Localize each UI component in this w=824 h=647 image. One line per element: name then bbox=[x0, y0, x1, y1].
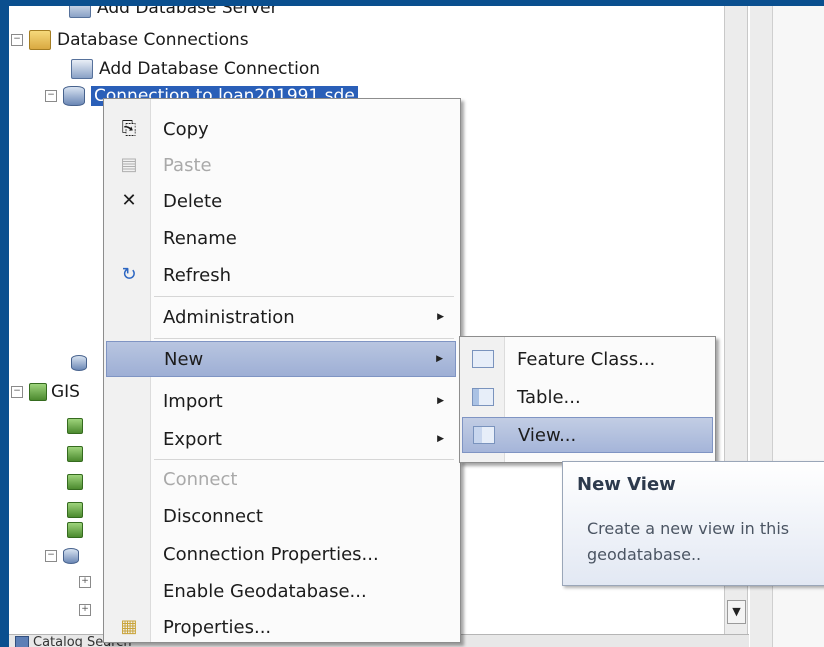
expand-icon[interactable]: + bbox=[79, 576, 91, 588]
menu-item-export[interactable]: Export ▶ bbox=[106, 421, 456, 457]
tree-item-child-folder[interactable]: − bbox=[45, 544, 79, 568]
menu-item-connection-properties[interactable]: Connection Properties... bbox=[106, 536, 456, 572]
gis-server-icon bbox=[29, 383, 47, 401]
database-icon bbox=[71, 355, 87, 371]
add-connection-icon bbox=[71, 59, 93, 79]
tree-item-gis-child[interactable] bbox=[67, 442, 83, 466]
tree-item-label: GIS bbox=[51, 382, 80, 402]
submenu-arrow-icon: ▶ bbox=[437, 312, 444, 322]
tooltip-body: Create a new view in this geodatabase.. bbox=[587, 519, 790, 564]
menu-item-label: Delete bbox=[163, 190, 223, 212]
submenu-arrow-icon: ▶ bbox=[436, 354, 443, 364]
collapse-icon[interactable]: − bbox=[11, 386, 23, 398]
submenu-arrow-icon: ▶ bbox=[437, 434, 444, 444]
menu-item-properties[interactable]: ▦ Properties... bbox=[106, 609, 456, 645]
table-icon bbox=[472, 388, 494, 406]
menu-item-label: New bbox=[164, 348, 204, 370]
menu-item-enable-geodatabase[interactable]: Enable Geodatabase... bbox=[106, 573, 456, 609]
tree-item-database-connections[interactable]: − Database Connections bbox=[11, 28, 249, 52]
tree-item-gis-child[interactable] bbox=[67, 518, 83, 542]
submenu-item-label: Feature Class... bbox=[517, 348, 656, 370]
database-connection-icon bbox=[63, 86, 85, 106]
menu-item-label: Rename bbox=[163, 227, 237, 249]
delete-icon: ✕ bbox=[121, 190, 137, 211]
tree-item-partial[interactable] bbox=[71, 351, 87, 375]
tree-item-gis[interactable]: − GIS bbox=[11, 380, 80, 404]
properties-icon: ▦ bbox=[120, 616, 138, 637]
submenu-item-table[interactable]: Table... bbox=[462, 379, 713, 415]
gis-service-icon bbox=[67, 502, 83, 518]
menu-item-delete[interactable]: ✕ Delete bbox=[106, 183, 456, 219]
menu-item-label: Import bbox=[163, 390, 223, 412]
menu-item-label: Enable Geodatabase... bbox=[163, 580, 367, 602]
database-connections-folder-icon bbox=[29, 30, 51, 50]
tree-item-label: Add Database Connection bbox=[99, 59, 321, 79]
gis-service-icon bbox=[67, 446, 83, 462]
new-view-tooltip: New View Create a new view in this geoda… bbox=[562, 461, 824, 586]
menu-item-label: Paste bbox=[163, 154, 212, 176]
folder-connection-icon bbox=[63, 548, 79, 564]
tooltip-title: New View bbox=[577, 474, 676, 495]
collapse-icon[interactable]: − bbox=[45, 90, 57, 102]
copy-icon: ⎘ bbox=[121, 118, 137, 139]
add-server-icon bbox=[69, 6, 91, 18]
refresh-icon: ↻ bbox=[121, 264, 137, 285]
menu-item-paste: ▤ Paste bbox=[106, 147, 456, 183]
submenu-item-feature-class[interactable]: Feature Class... bbox=[462, 341, 713, 377]
gis-service-icon bbox=[67, 474, 83, 490]
submenu-arrow-icon: ▶ bbox=[437, 396, 444, 406]
tree-item-gis-child[interactable] bbox=[67, 414, 83, 438]
menu-item-label: Export bbox=[163, 428, 222, 450]
menu-item-new[interactable]: New ▶ bbox=[106, 341, 456, 377]
menu-item-disconnect[interactable]: Disconnect bbox=[106, 498, 456, 534]
tree-item-gis-child[interactable] bbox=[67, 470, 83, 494]
tab-label: Catalog bbox=[33, 635, 83, 647]
menu-item-label: Copy bbox=[163, 118, 209, 140]
submenu-item-view[interactable]: View... bbox=[462, 417, 713, 453]
expand-icon[interactable]: + bbox=[79, 604, 91, 616]
tree-item-label: Database Connections bbox=[57, 30, 249, 50]
tree-item-add-database-server[interactable]: Add Database Server bbox=[69, 6, 278, 20]
menu-item-copy[interactable]: ⎘ Copy bbox=[106, 111, 456, 147]
menu-item-connect: Connect bbox=[106, 461, 456, 497]
menu-separator bbox=[154, 296, 454, 297]
tree-item-add-database-connection[interactable]: Add Database Connection bbox=[71, 57, 320, 81]
gis-service-icon bbox=[67, 522, 83, 538]
tree-item-label: Add Database Server bbox=[97, 6, 278, 18]
menu-item-label: Administration bbox=[163, 306, 295, 328]
menu-item-label: Connection Properties... bbox=[163, 543, 379, 565]
context-menu: ⎘ Copy ▤ Paste ✕ Delete Rename ↻ Refresh… bbox=[103, 98, 461, 643]
menu-item-refresh[interactable]: ↻ Refresh bbox=[106, 257, 456, 293]
paste-icon: ▤ bbox=[120, 154, 138, 175]
submenu-item-label: Table... bbox=[517, 386, 581, 408]
submenu-item-label: View... bbox=[518, 424, 577, 446]
menu-separator bbox=[154, 338, 454, 339]
scroll-down-arrow-icon[interactable]: ▼ bbox=[727, 600, 746, 624]
menu-item-administration[interactable]: Administration ▶ bbox=[106, 299, 456, 335]
menu-separator bbox=[154, 459, 454, 460]
menu-item-label: Disconnect bbox=[163, 505, 263, 527]
feature-class-icon bbox=[472, 350, 494, 368]
tree-item-subfolder[interactable]: + bbox=[79, 570, 97, 594]
menu-item-label: Refresh bbox=[163, 264, 231, 286]
menu-item-import[interactable]: Import ▶ bbox=[106, 383, 456, 419]
new-submenu: Feature Class... Table... View... bbox=[459, 336, 716, 463]
gis-service-icon bbox=[67, 418, 83, 434]
menu-item-rename[interactable]: Rename bbox=[106, 220, 456, 256]
arccatalog-window: Add Database Server − Database Connectio… bbox=[9, 6, 824, 647]
collapse-icon[interactable]: − bbox=[45, 550, 57, 562]
catalog-tab-icon bbox=[15, 636, 29, 647]
tree-item-subfolder[interactable]: + bbox=[79, 598, 97, 622]
view-icon bbox=[473, 426, 495, 444]
menu-item-label: Properties... bbox=[163, 616, 272, 638]
menu-item-label: Connect bbox=[163, 468, 238, 490]
collapse-icon[interactable]: − bbox=[11, 34, 23, 46]
